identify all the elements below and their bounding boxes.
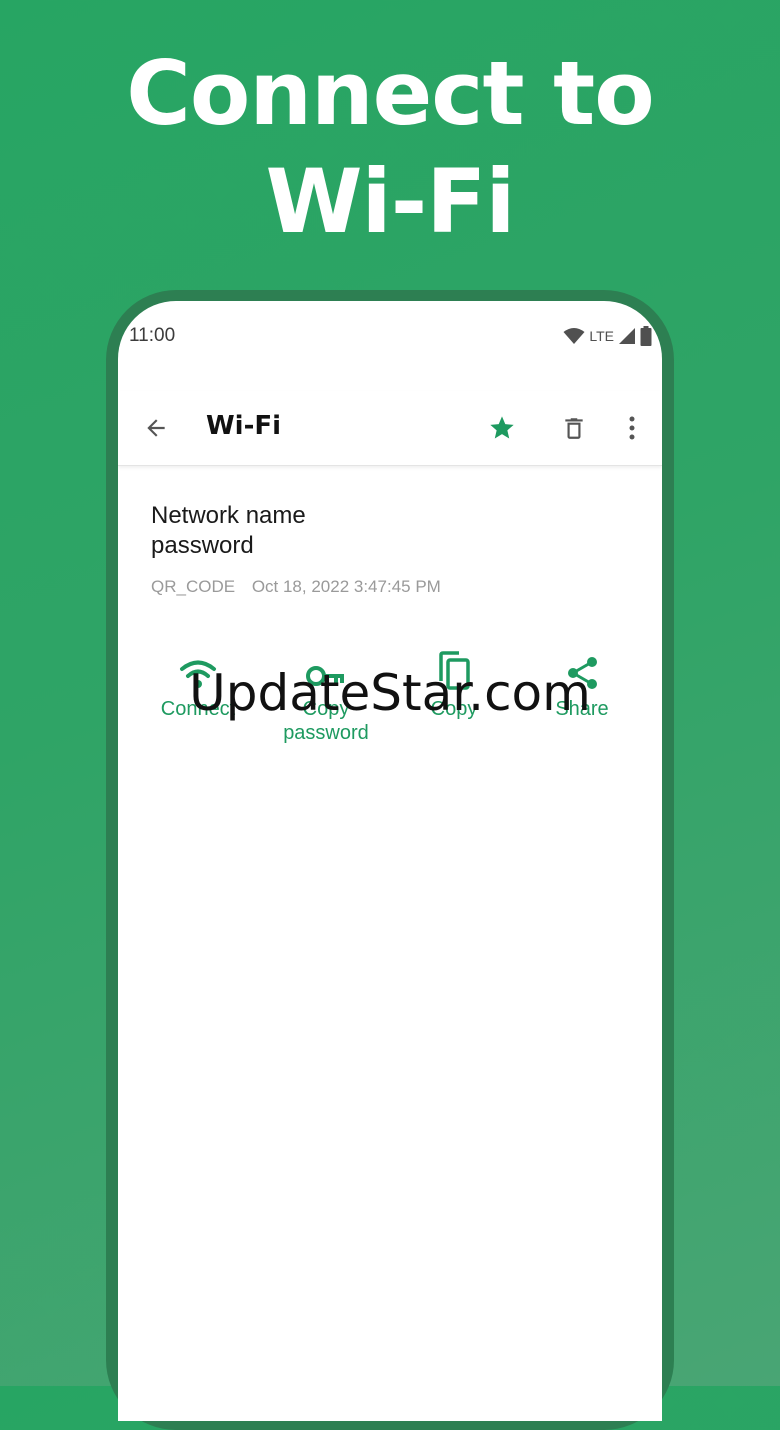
battery-icon [640,326,652,346]
status-bar: 11:00 LTE [118,301,662,371]
phone-screen: 11:00 LTE Wi-Fi Network name password QR… [118,301,662,1421]
status-time: 11:00 [129,325,176,346]
delete-button[interactable] [554,408,594,448]
page-title: Wi-Fi [206,411,282,441]
headline-line-2: Wi-Fi [265,150,515,253]
scan-content: Network name password [151,501,306,561]
wifi-icon [563,328,585,344]
back-arrow-icon [147,419,165,437]
promo-headline: Connect to Wi-Fi [0,40,780,256]
signal-icon [619,328,635,344]
watermark: UpdateStar.com [189,664,591,722]
delete-icon [565,418,583,439]
format-label: QR_CODE [151,577,236,596]
scan-meta: QR_CODE Oct 18, 2022 3:47:45 PM [151,577,441,597]
status-icons: LTE [563,325,652,347]
back-button[interactable] [136,408,176,448]
favorite-button[interactable] [482,408,522,448]
app-bar: Wi-Fi [118,391,662,466]
network-label: LTE [589,328,614,344]
more-options-button[interactable] [612,408,652,448]
password-text: password [151,532,254,559]
more-vert-icon [629,416,635,440]
network-name-text: Network name [151,502,306,529]
headline-line-1: Connect to [126,42,654,145]
star-icon [490,416,514,439]
timestamp-label: Oct 18, 2022 3:47:45 PM [251,577,441,596]
